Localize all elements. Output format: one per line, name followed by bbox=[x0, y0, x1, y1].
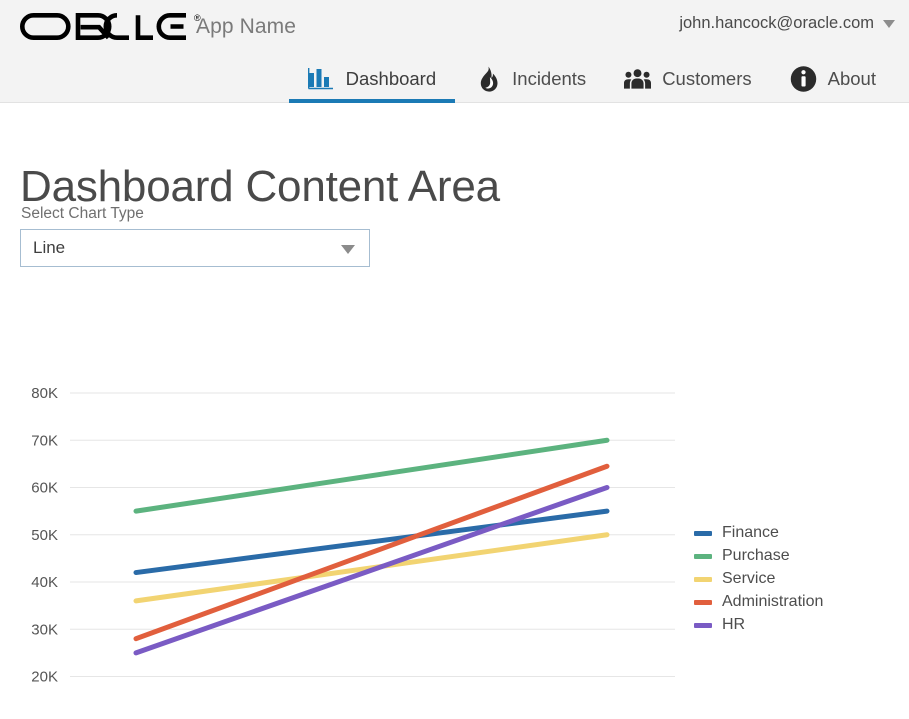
legend-item-finance[interactable]: Finance bbox=[694, 525, 823, 541]
chart-y-tick-label: 60K bbox=[31, 480, 58, 497]
chart-type-selected-value: Line bbox=[33, 238, 66, 257]
chart-series-line-administration bbox=[133, 463, 610, 642]
chart-y-tick-label: 20K bbox=[31, 669, 58, 686]
chart-type-select[interactable]: Line bbox=[20, 229, 370, 267]
chart-series-line-hr bbox=[133, 485, 610, 656]
legend-item-administration[interactable]: Administration bbox=[694, 594, 823, 610]
legend-label: Purchase bbox=[722, 547, 790, 564]
chart-series-lines bbox=[133, 437, 610, 656]
legend-label: HR bbox=[722, 616, 746, 633]
legend-item-service[interactable]: Service bbox=[694, 571, 823, 587]
flame-icon bbox=[474, 66, 501, 93]
info-circle-icon bbox=[790, 66, 817, 93]
chart-y-tick-label: 40K bbox=[31, 574, 58, 591]
main-navigation: Dashboard Incidents Customers About bbox=[0, 55, 909, 103]
chart-y-tick-label: 80K bbox=[31, 385, 58, 402]
chart-legend: Finance Purchase Service Administration HR bbox=[694, 525, 823, 633]
legend-item-hr[interactable]: HR bbox=[694, 617, 823, 633]
tab-dashboard[interactable]: Dashboard bbox=[288, 55, 456, 103]
tab-customers[interactable]: Customers bbox=[605, 55, 770, 103]
tab-about[interactable]: About bbox=[771, 55, 895, 103]
legend-item-purchase[interactable]: Purchase bbox=[694, 548, 823, 564]
chart-y-tick-label: 70K bbox=[31, 432, 58, 449]
chevron-down-icon bbox=[883, 19, 895, 28]
bar-chart-icon bbox=[308, 66, 335, 93]
chart-y-tick-label: 30K bbox=[31, 621, 58, 638]
legend-swatch-icon bbox=[694, 576, 712, 582]
tab-incidents-label: Incidents bbox=[512, 67, 587, 89]
chart-y-axis-labels: 010K20K30K40K50K60K70K80K bbox=[31, 385, 58, 719]
oracle-logo: ® bbox=[20, 11, 201, 41]
legend-swatch-icon bbox=[694, 553, 712, 559]
legend-swatch-icon bbox=[694, 530, 712, 536]
app-name: App Name bbox=[196, 15, 297, 38]
chart-y-tick-label: 50K bbox=[31, 527, 58, 544]
user-email-label: john.hancock@oracle.com bbox=[679, 14, 874, 32]
legend-label: Finance bbox=[722, 524, 779, 541]
legend-label: Service bbox=[722, 570, 776, 587]
chart-series-line-purchase bbox=[133, 437, 610, 514]
app-header: ® App Name john.hancock@oracle.com Dashb… bbox=[0, 0, 909, 103]
chart-type-label: Select Chart Type bbox=[21, 205, 144, 222]
brand-row: ® App Name john.hancock@oracle.com bbox=[0, 0, 909, 55]
tab-customers-label: Customers bbox=[662, 67, 752, 89]
tab-dashboard-label: Dashboard bbox=[345, 67, 437, 89]
legend-swatch-icon bbox=[694, 622, 712, 628]
tab-about-label: About bbox=[827, 67, 876, 89]
chart-series-line-finance bbox=[133, 508, 610, 576]
salary-line-chart: 010K20K30K40K50K60K70K80K Average Salary… bbox=[0, 273, 909, 719]
chevron-down-icon bbox=[341, 245, 355, 254]
legend-swatch-icon bbox=[694, 599, 712, 605]
legend-label: Administration bbox=[722, 593, 824, 610]
people-group-icon bbox=[624, 66, 652, 93]
tab-incidents[interactable]: Incidents bbox=[455, 55, 605, 103]
user-menu[interactable]: john.hancock@oracle.com bbox=[679, 14, 895, 33]
dashboard-content-area: Dashboard Content Area Select Chart Type… bbox=[0, 103, 909, 719]
